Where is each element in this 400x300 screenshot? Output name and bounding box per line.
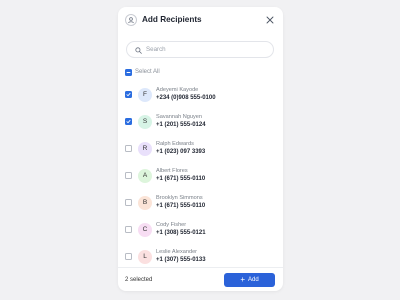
recipient-name: Adeyemi Kayode <box>156 87 199 93</box>
recipient-info: Adeyemi Kayode +234 (0)908 555-0100 <box>156 87 216 102</box>
recipient-name: Leslie Alexander <box>156 249 198 255</box>
avatar: F <box>138 87 152 102</box>
recipient-checkbox[interactable] <box>125 226 132 233</box>
recipient-info: Brooklyn Simmons +1 (671) 555-0110 <box>156 195 205 210</box>
recipient-row[interactable]: C Cody Fisher +1 (308) 555-0121 <box>118 216 283 243</box>
avatar: R <box>138 141 152 156</box>
recipient-phone: +1 (308) 555-0121 <box>156 230 206 236</box>
avatar: S <box>138 114 152 129</box>
recipient-checkbox[interactable] <box>125 145 132 152</box>
selected-count: 2 selected <box>125 276 153 283</box>
recipient-phone: +1 (307) 555-0133 <box>156 257 206 263</box>
recipient-row[interactable]: F Adeyemi Kayode +234 (0)908 555-0100 <box>118 81 283 108</box>
search-icon <box>135 41 142 59</box>
recipient-info: Savannah Nguyen +1 (201) 555-0124 <box>156 114 206 129</box>
search-input[interactable] <box>146 46 266 53</box>
recipient-checkbox[interactable] <box>125 199 132 206</box>
recipient-row[interactable]: S Savannah Nguyen +1 (201) 555-0124 <box>118 108 283 135</box>
recipient-row[interactable]: L Leslie Alexander +1 (307) 555-0133 <box>118 243 283 267</box>
recipient-name: Albert Flores <box>156 168 188 174</box>
avatar: L <box>138 249 152 264</box>
add-button[interactable]: + Add <box>224 272 275 287</box>
recipient-phone: +234 (0)908 555-0100 <box>156 95 216 101</box>
recipient-phone: +1 (671) 555-0110 <box>156 203 206 209</box>
dialog-header: Add Recipients <box>118 7 283 32</box>
add-button-label: Add <box>247 276 259 283</box>
recipient-phone: +1 (023) 097 3393 <box>156 149 206 155</box>
user-icon <box>125 13 137 26</box>
recipient-info: Leslie Alexander +1 (307) 555-0133 <box>156 249 206 264</box>
avatar: C <box>138 222 152 237</box>
recipient-phone: +1 (671) 555-0110 <box>156 176 206 182</box>
recipient-checkbox[interactable] <box>125 118 132 125</box>
avatar: B <box>138 195 152 210</box>
dialog-footer: 2 selected + Add <box>118 268 283 291</box>
avatar: A <box>138 168 152 183</box>
recipient-name: Cody Fisher <box>156 222 187 228</box>
search-box <box>126 41 274 58</box>
recipient-checkbox[interactable] <box>125 91 132 98</box>
select-all-label: Select All <box>135 69 160 75</box>
recipient-row[interactable]: A Albert Flores +1 (671) 555-0110 <box>118 162 283 189</box>
recipient-info: Albert Flores +1 (671) 555-0110 <box>156 168 205 183</box>
recipient-info: Cody Fisher +1 (308) 555-0121 <box>156 222 206 237</box>
recipient-name: Ralph Edwards <box>156 141 194 147</box>
plus-icon: + <box>240 274 245 284</box>
select-all[interactable]: Select All <box>125 67 160 77</box>
recipient-row[interactable]: R Ralph Edwards +1 (023) 097 3393 <box>118 135 283 162</box>
recipient-info: Ralph Edwards +1 (023) 097 3393 <box>156 141 205 156</box>
dialog-title: Add Recipients <box>142 15 202 24</box>
recipient-phone: +1 (201) 555-0124 <box>156 122 206 128</box>
close-icon[interactable] <box>265 15 275 25</box>
recipient-row[interactable]: B Brooklyn Simmons +1 (671) 555-0110 <box>118 189 283 216</box>
recipient-list: F Adeyemi Kayode +234 (0)908 555-0100 S … <box>118 81 283 267</box>
recipient-checkbox[interactable] <box>125 172 132 179</box>
add-recipients-dialog: Add Recipients Select All F A <box>118 7 283 291</box>
recipient-name: Savannah Nguyen <box>156 114 203 120</box>
recipient-name: Brooklyn Simmons <box>156 195 203 201</box>
select-all-checkbox[interactable] <box>125 68 132 76</box>
recipient-checkbox[interactable] <box>125 253 132 260</box>
